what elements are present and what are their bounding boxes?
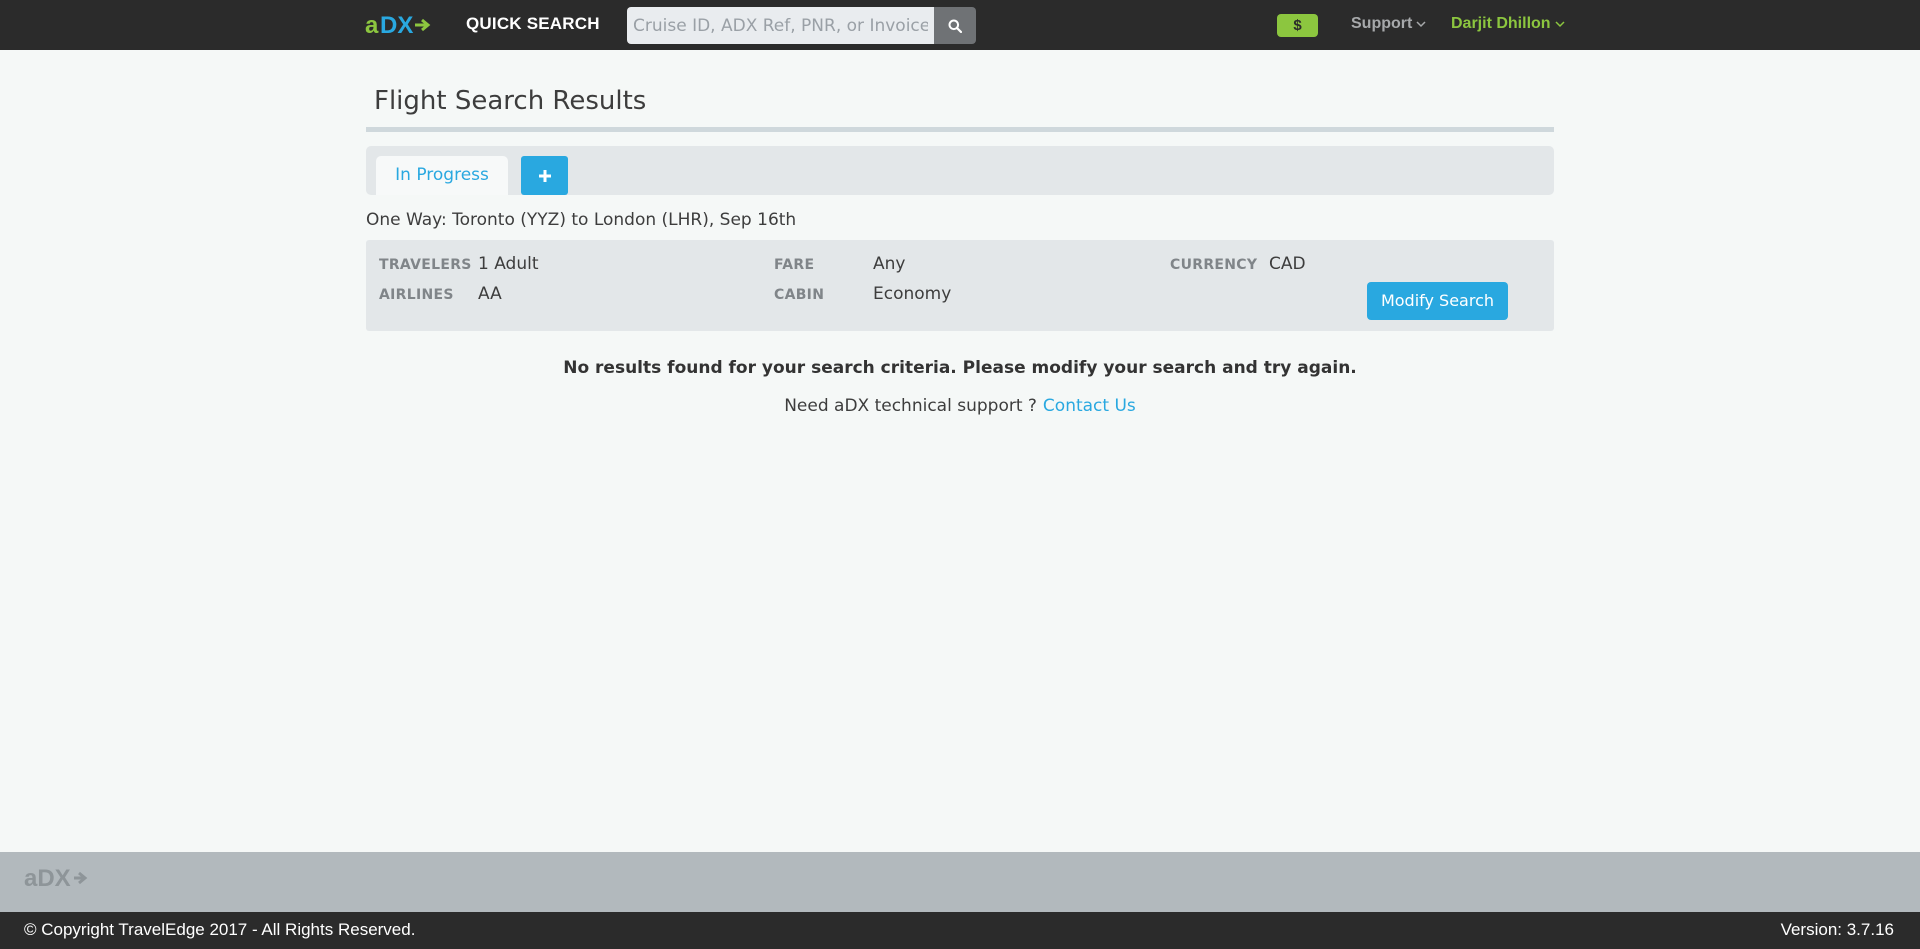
adx-logo[interactable]: a DX	[365, 12, 431, 38]
title-divider	[366, 127, 1554, 132]
tab-in-progress[interactable]: In Progress	[376, 156, 508, 195]
support-line: Need aDX technical support ? Contact Us	[0, 396, 1920, 416]
modify-search-button[interactable]: Modify Search	[1367, 282, 1508, 320]
footer-band: aDX	[0, 852, 1920, 912]
svg-text:a: a	[365, 12, 379, 38]
user-name: Darjit Dhillon	[1451, 15, 1551, 32]
travelers-value: 1 Adult	[478, 254, 539, 274]
airlines-label: AIRLINES	[379, 287, 454, 303]
cabin-value: Economy	[873, 284, 952, 304]
copyright-text: © Copyright TravelEdge 2017 - All Rights…	[24, 920, 416, 939]
search-tabs: In Progress	[366, 146, 1554, 195]
top-navbar: a DX QUICK SEARCH $ Support Darjit Dhill…	[0, 0, 1920, 50]
airlines-value: AA	[478, 284, 502, 304]
svg-text:DX: DX	[380, 12, 413, 38]
support-prompt: Need aDX technical support ?	[784, 396, 1037, 416]
footer-logo: aDX	[24, 865, 88, 891]
contact-us-link[interactable]: Contact Us	[1043, 396, 1136, 416]
quick-search-label: QUICK SEARCH	[466, 14, 600, 33]
route-description: One Way: Toronto (YYZ) to London (LHR), …	[366, 210, 797, 230]
chevron-down-icon	[1416, 21, 1426, 28]
quick-search-box	[627, 7, 976, 44]
currency-label: CURRENCY	[1170, 257, 1258, 273]
currency-value: CAD	[1269, 254, 1306, 274]
no-results-message: No results found for your search criteri…	[563, 358, 1357, 378]
travelers-label: TRAVELERS	[379, 257, 472, 273]
plus-icon	[538, 169, 551, 182]
page-title: Flight Search Results	[374, 86, 647, 116]
add-tab-button[interactable]	[521, 156, 568, 195]
svg-text:aDX: aDX	[24, 865, 71, 891]
search-summary: TRAVELERS 1 Adult AIRLINES AA FARE Any C…	[366, 240, 1554, 331]
quick-search-input[interactable]	[627, 7, 934, 44]
user-menu[interactable]: Darjit Dhillon	[1451, 15, 1565, 33]
search-button[interactable]	[934, 7, 976, 44]
cabin-label: CABIN	[774, 287, 825, 303]
fare-label: FARE	[774, 257, 815, 273]
chevron-down-icon	[1555, 21, 1565, 28]
search-icon	[948, 19, 962, 33]
currency-badge-button[interactable]: $	[1277, 14, 1318, 37]
fare-value: Any	[873, 254, 906, 274]
footer-bar: © Copyright TravelEdge 2017 - All Rights…	[0, 912, 1920, 949]
support-label: Support	[1351, 15, 1413, 32]
support-menu[interactable]: Support	[1351, 15, 1426, 33]
version-text: Version: 3.7.16	[1780, 920, 1894, 939]
